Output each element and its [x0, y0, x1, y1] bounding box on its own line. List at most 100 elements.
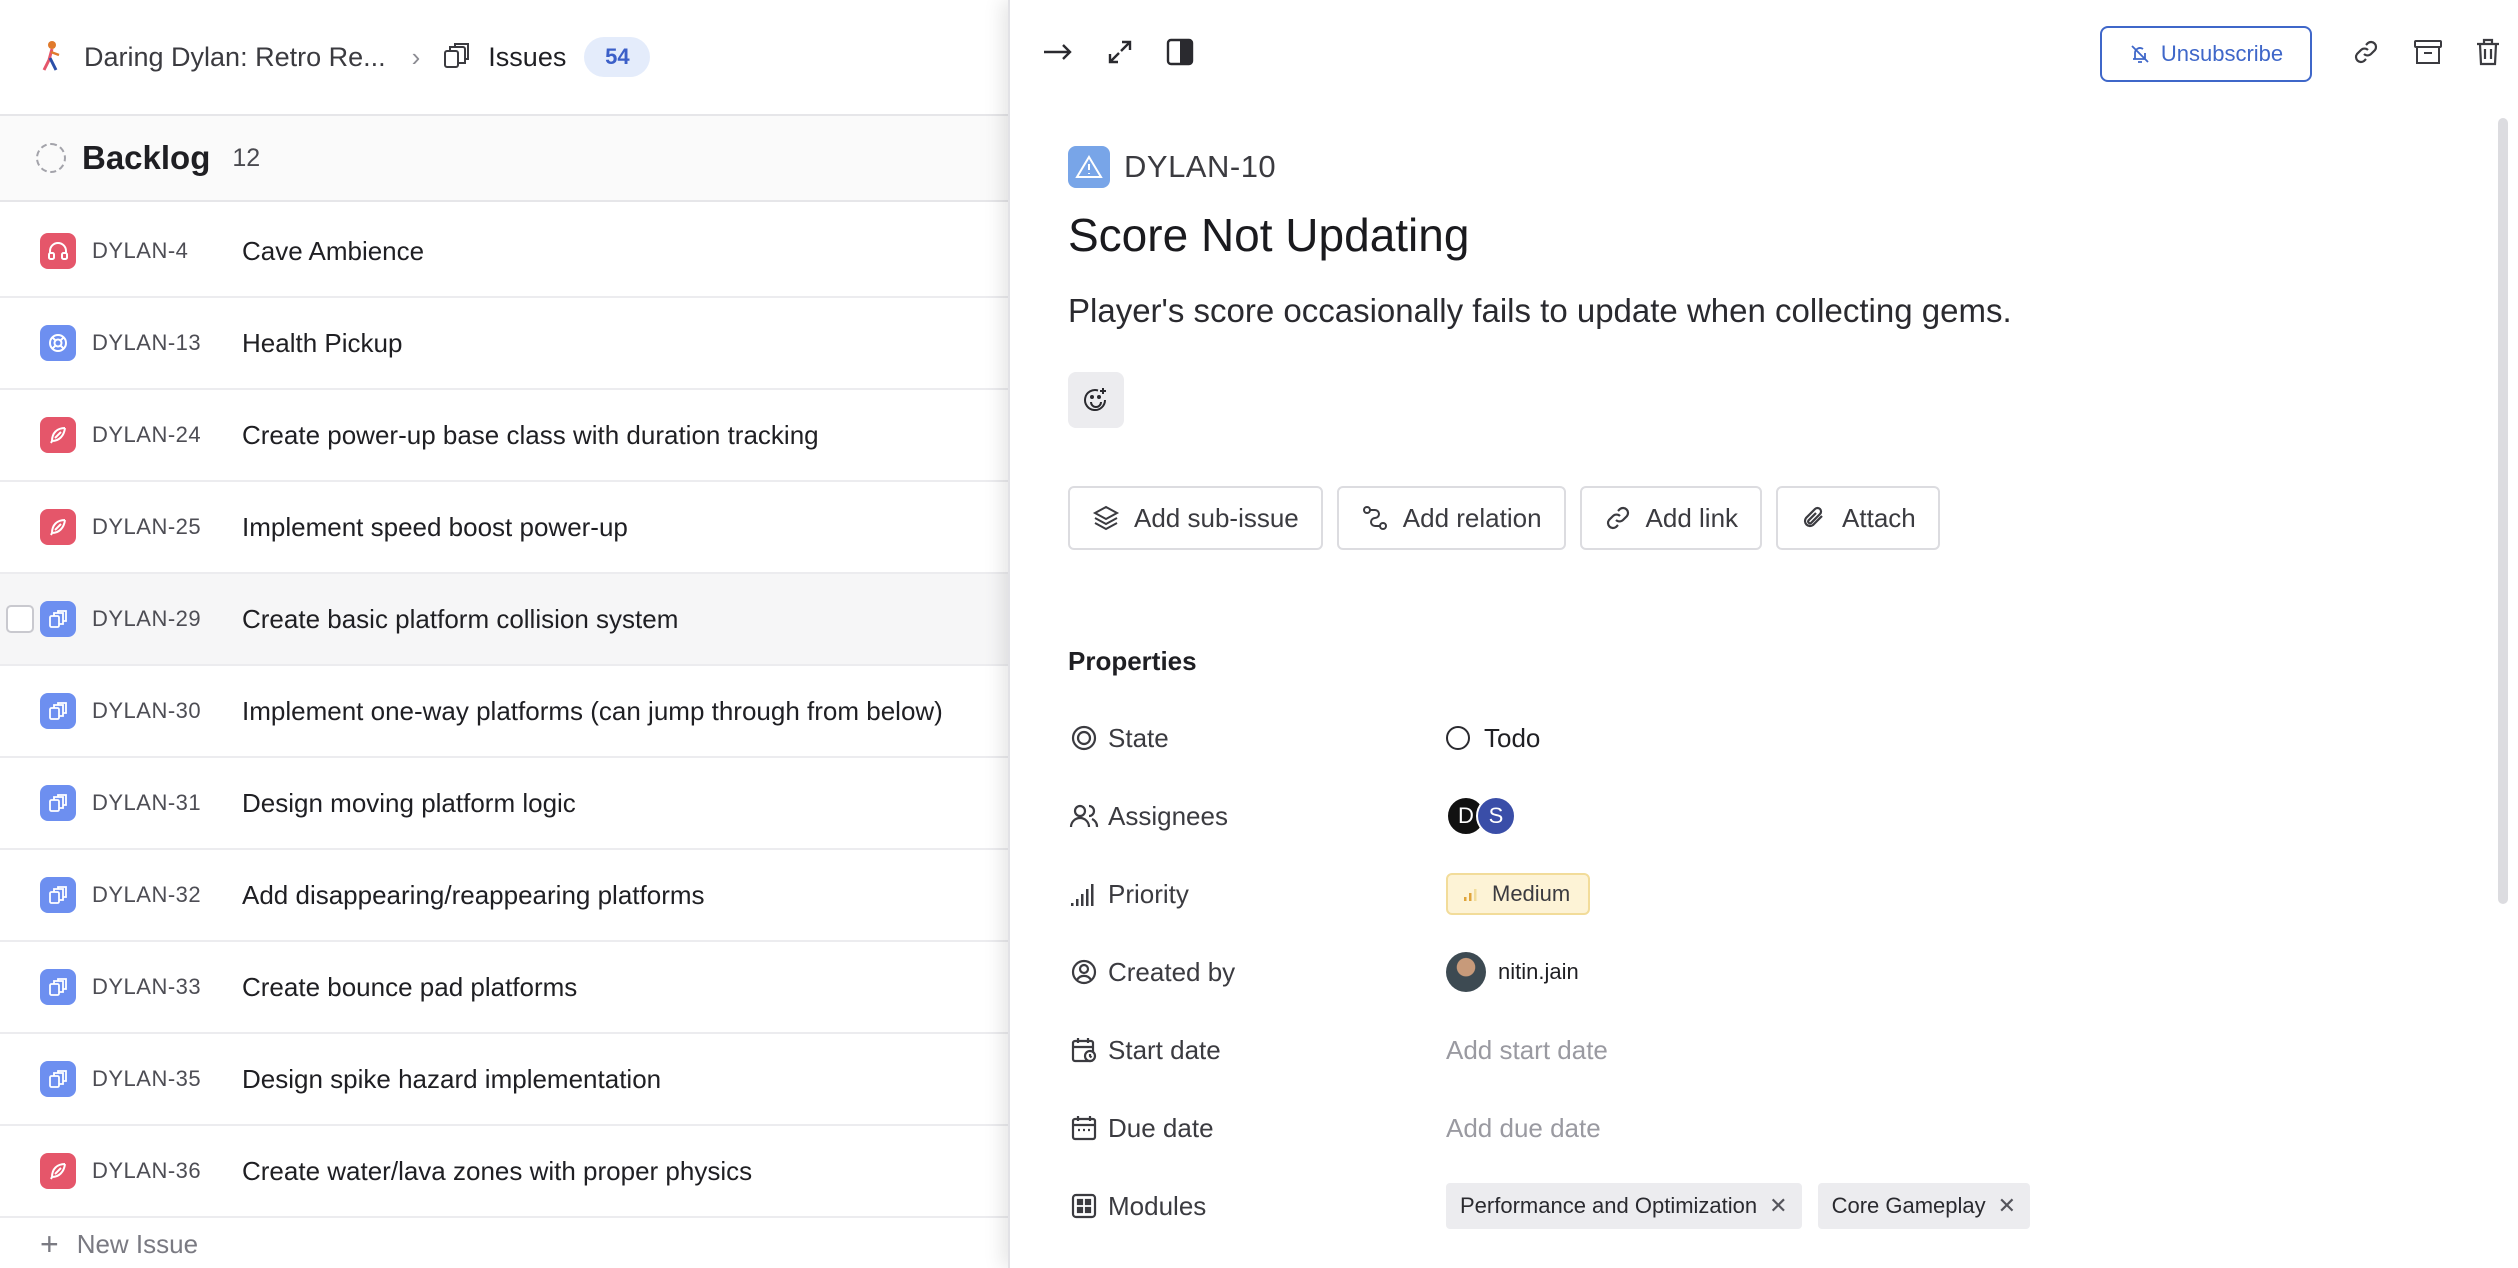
issue-title[interactable]: Create bounce pad platforms	[242, 972, 577, 1003]
table-row[interactable]: DYLAN-36 Create water/lava zones with pr…	[0, 1126, 1008, 1218]
group-count: 12	[232, 143, 261, 172]
issue-description[interactable]: Player's score occasionally fails to upd…	[1068, 292, 2448, 330]
state-value: Todo	[1484, 722, 1541, 753]
issue-id: DYLAN-32	[92, 882, 202, 907]
table-row[interactable]: DYLAN-31 Design moving platform logic	[0, 758, 1008, 850]
assignees-label: Assignees	[1108, 800, 1228, 831]
backlog-group-header[interactable]: Backlog 12	[0, 116, 1008, 202]
issue-title[interactable]: Create water/lava zones with proper phys…	[242, 1156, 752, 1187]
property-state: State Todo	[1068, 699, 2448, 777]
layers-icon	[40, 1061, 76, 1097]
issue-title[interactable]: Add disappearing/reappearing platforms	[242, 880, 705, 911]
users-icon	[1068, 800, 1100, 832]
new-issue-button[interactable]: + New Issue	[40, 1226, 198, 1263]
table-row[interactable]: DYLAN-13 Health Pickup	[0, 298, 1008, 390]
issue-list-pane: Daring Dylan: Retro Re... › Issues 54 Ba…	[0, 0, 1008, 1268]
attach-label: Attach	[1842, 502, 1916, 533]
relation-icon	[1362, 506, 1387, 530]
add-sub-issue-button[interactable]: Add sub-issue	[1068, 486, 1323, 550]
table-row[interactable]: DYLAN-32 Add disappearing/reappearing pl…	[0, 850, 1008, 942]
layers-icon	[1092, 505, 1120, 531]
property-priority: Priority Medium	[1068, 855, 2448, 933]
peek-toolbar: Unsubscribe	[1010, 0, 2518, 108]
issue-rows: DYLAN-4 Cave Ambience DYLAN-13 Health Pi…	[0, 206, 1008, 1218]
user-circle-icon	[1068, 956, 1100, 988]
row-checkbox[interactable]	[6, 605, 34, 633]
project-logo-icon[interactable]	[34, 39, 70, 75]
issue-title[interactable]: Implement speed boost power-up	[242, 512, 628, 543]
table-row[interactable]: DYLAN-29 Create basic platform collision…	[0, 574, 1008, 666]
table-row[interactable]: DYLAN-30 Implement one-way platforms (ca…	[0, 666, 1008, 758]
table-row[interactable]: DYLAN-4 Cave Ambience	[0, 206, 1008, 298]
table-row[interactable]: DYLAN-24 Create power-up base class with…	[0, 390, 1008, 482]
issue-title[interactable]: Create power-up base class with duration…	[242, 420, 819, 451]
due-date-label: Due date	[1108, 1112, 1214, 1143]
close-icon[interactable]: ✕	[1998, 1193, 2016, 1219]
module-chip[interactable]: Performance and Optimization ✕	[1446, 1183, 1802, 1229]
state-icon	[1068, 722, 1100, 754]
archive-icon[interactable]	[2408, 32, 2448, 72]
property-label-created-by: Created by	[1068, 956, 1446, 988]
properties-heading: Properties	[1068, 646, 1197, 676]
unsubscribe-label: Unsubscribe	[2160, 41, 2284, 66]
issue-title[interactable]: Health Pickup	[242, 328, 402, 359]
signal-bars-icon	[1068, 878, 1100, 910]
unsubscribe-button[interactable]: Unsubscribe	[2100, 26, 2312, 82]
plus-icon: +	[40, 1226, 59, 1262]
layers-icon	[40, 693, 76, 729]
issue-key: DYLAN-10	[1124, 149, 1277, 184]
peek-content: DYLAN-10 Score Not Updating Player's sco…	[1068, 146, 2448, 1245]
issue-title[interactable]: Design moving platform logic	[242, 788, 576, 819]
trash-icon[interactable]	[2468, 32, 2508, 72]
layers-icon	[40, 877, 76, 913]
table-row[interactable]: DYLAN-25 Implement speed boost power-up	[0, 482, 1008, 574]
feather-icon	[40, 417, 76, 453]
link-icon[interactable]	[2346, 32, 2386, 72]
breadcrumb-issues[interactable]: Issues	[488, 42, 566, 73]
issue-title[interactable]: Implement one-way platforms (can jump th…	[242, 696, 943, 727]
property-label-assignees: Assignees	[1068, 800, 1446, 832]
add-relation-label: Add relation	[1402, 502, 1542, 533]
attach-button[interactable]: Attach	[1776, 486, 1940, 550]
priority-dropdown[interactable]: Medium	[1446, 873, 1591, 915]
breadcrumb-project[interactable]: Daring Dylan: Retro Re...	[84, 42, 386, 73]
property-due-date: Due date Add due date	[1068, 1089, 2448, 1167]
arrow-right-icon[interactable]	[1038, 32, 1078, 72]
issue-title[interactable]: Create basic platform collision system	[242, 604, 678, 635]
priority-label: Priority	[1108, 878, 1189, 909]
link-icon	[1606, 506, 1629, 530]
table-row[interactable]: DYLAN-35 Design spike hazard implementat…	[0, 1034, 1008, 1126]
issue-id: DYLAN-29	[92, 606, 202, 631]
issue-title-heading[interactable]: Score Not Updating	[1068, 208, 2448, 262]
add-reaction-button[interactable]	[1068, 372, 1124, 428]
layers-icon	[40, 785, 76, 821]
issue-title[interactable]: Cave Ambience	[242, 236, 424, 267]
modules-dropdown[interactable]: Performance and Optimization ✕ Core Game…	[1446, 1183, 2046, 1229]
issues-icon	[442, 40, 476, 74]
side-peek-icon[interactable]	[1160, 32, 1200, 72]
headphones-icon	[40, 233, 76, 269]
priority-medium-icon	[1464, 889, 1477, 901]
issue-id: DYLAN-31	[92, 790, 202, 815]
modules-icon	[1068, 1190, 1100, 1222]
issue-title[interactable]: Design spike hazard implementation	[242, 1064, 661, 1095]
add-sub-issue-label: Add sub-issue	[1134, 502, 1299, 533]
due-date-picker[interactable]: Add due date	[1446, 1113, 1601, 1144]
close-icon[interactable]: ✕	[1769, 1193, 1787, 1219]
module-chip[interactable]: Core Gameplay ✕	[1817, 1183, 2031, 1229]
lifebuoy-icon	[40, 325, 76, 361]
issue-id: DYLAN-35	[92, 1066, 202, 1091]
issue-id: DYLAN-36	[92, 1158, 202, 1183]
add-link-button[interactable]: Add link	[1579, 486, 1763, 550]
module-chip-label: Performance and Optimization	[1460, 1193, 1758, 1218]
assignees-dropdown[interactable]: D S	[1446, 796, 1516, 836]
state-dropdown[interactable]: Todo	[1446, 723, 1540, 754]
start-date-picker[interactable]: Add start date	[1446, 1035, 1608, 1066]
expand-icon[interactable]	[1100, 32, 1140, 72]
table-row[interactable]: DYLAN-33 Create bounce pad platforms	[0, 942, 1008, 1034]
scrollbar[interactable]	[2498, 118, 2508, 904]
layers-icon	[40, 601, 76, 637]
start-date-label: Start date	[1108, 1034, 1221, 1065]
add-relation-button[interactable]: Add relation	[1336, 486, 1566, 550]
module-chip-label: Core Gameplay	[1831, 1193, 1986, 1218]
